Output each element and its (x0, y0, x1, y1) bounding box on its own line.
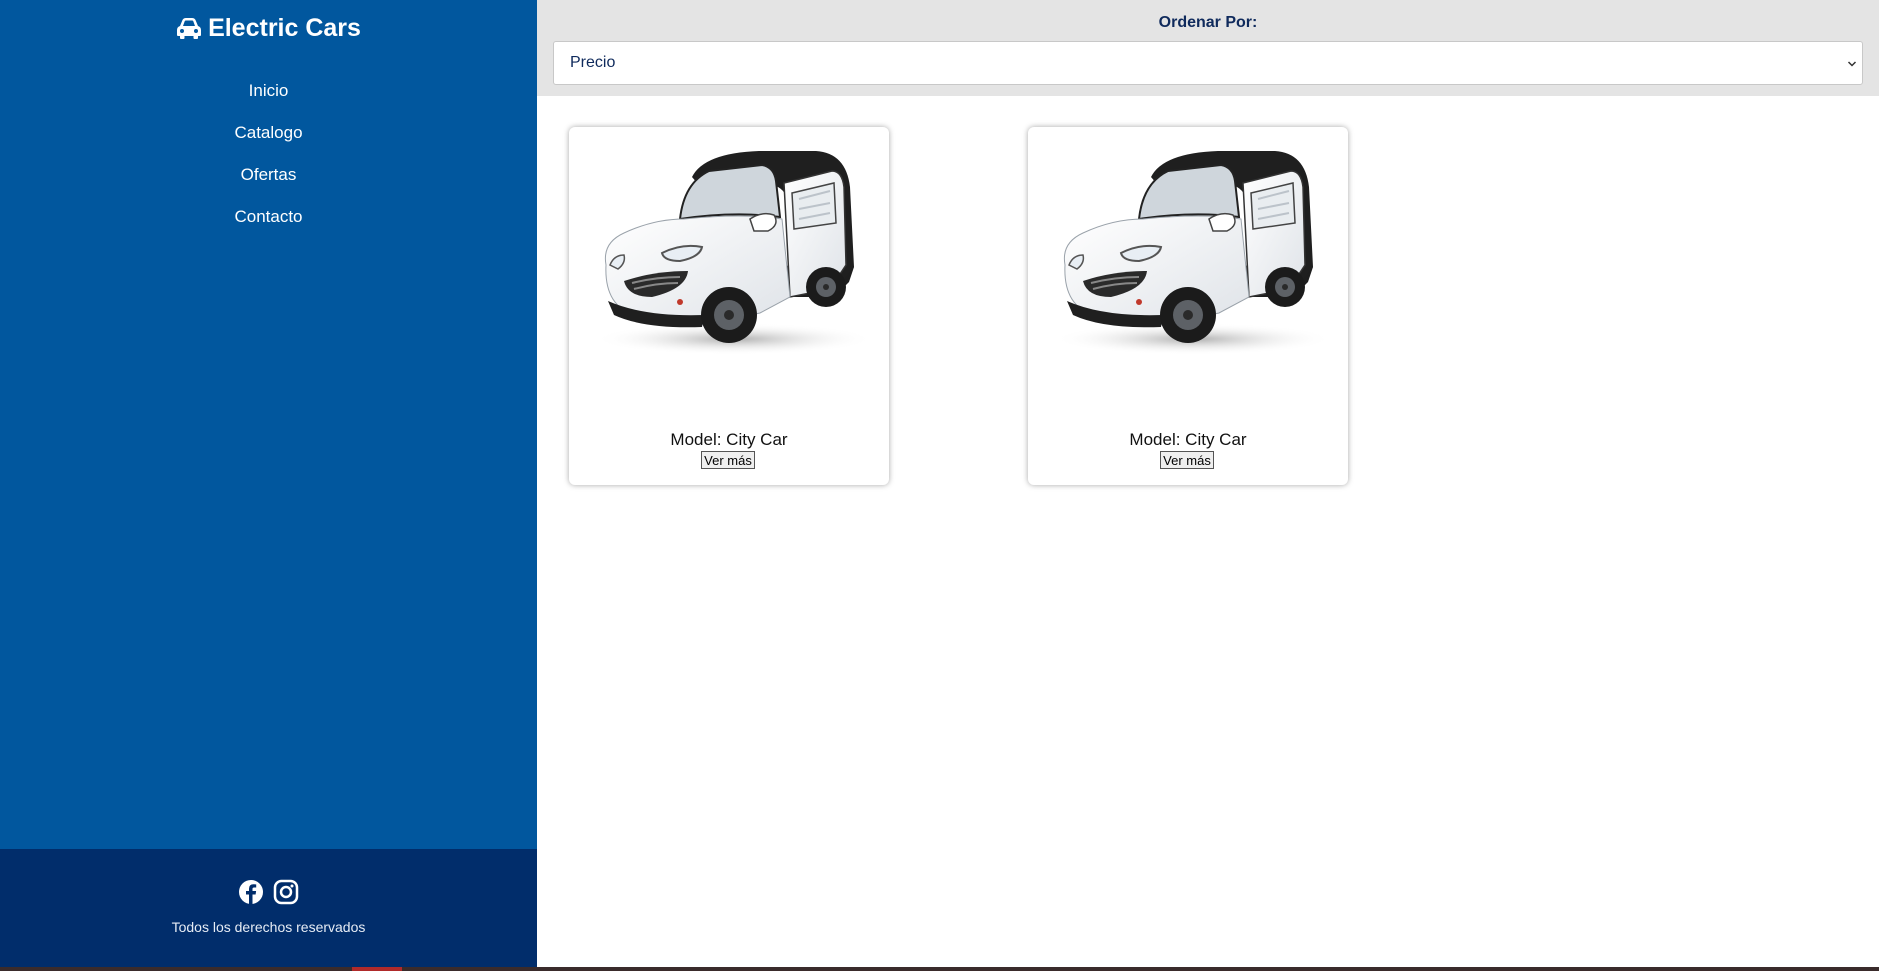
sort-select[interactable]: Precio (553, 41, 1863, 85)
nav-item-inicio[interactable]: Inicio (0, 79, 537, 121)
instagram-icon[interactable] (273, 879, 299, 905)
brand[interactable]: Electric Cars (0, 14, 537, 46)
ver-mas-button[interactable]: Ver más (1160, 451, 1214, 469)
car-image (1043, 147, 1333, 355)
chevron-down-icon (1846, 57, 1858, 69)
nav-item-contacto[interactable]: Contacto (0, 205, 537, 247)
sort-label: Ordenar Por: (1158, 14, 1258, 31)
bottom-edge-accent (352, 967, 402, 971)
ver-mas-button[interactable]: Ver más (701, 451, 755, 469)
product-card: Model: City Car Ver más (1028, 127, 1348, 485)
product-card: Model: City Car Ver más (569, 127, 889, 485)
nav-item-catalogo[interactable]: Catalogo (0, 121, 537, 163)
car-icon (176, 17, 202, 46)
sidebar-footer: Todos los derechos reservados (0, 849, 537, 971)
sidebar: Electric Cars Inicio Catalogo Ofertas Co… (0, 0, 537, 849)
nav-item-ofertas[interactable]: Ofertas (0, 163, 537, 205)
main-nav: Inicio Catalogo Ofertas Contacto (0, 79, 537, 247)
social-links (0, 879, 537, 910)
product-model: Model: City Car (1129, 430, 1247, 449)
copyright-text: Todos los derechos reservados (171, 919, 366, 935)
bottom-edge (0, 967, 1879, 971)
car-image (584, 147, 874, 355)
sort-select-value: Precio (570, 54, 616, 71)
sort-bar: Ordenar Por: Precio (537, 0, 1879, 96)
app: Electric Cars Inicio Catalogo Ofertas Co… (0, 0, 1879, 971)
product-model: Model: City Car (670, 430, 788, 449)
facebook-icon[interactable] (238, 879, 264, 905)
brand-title: Electric Cars (208, 14, 361, 42)
